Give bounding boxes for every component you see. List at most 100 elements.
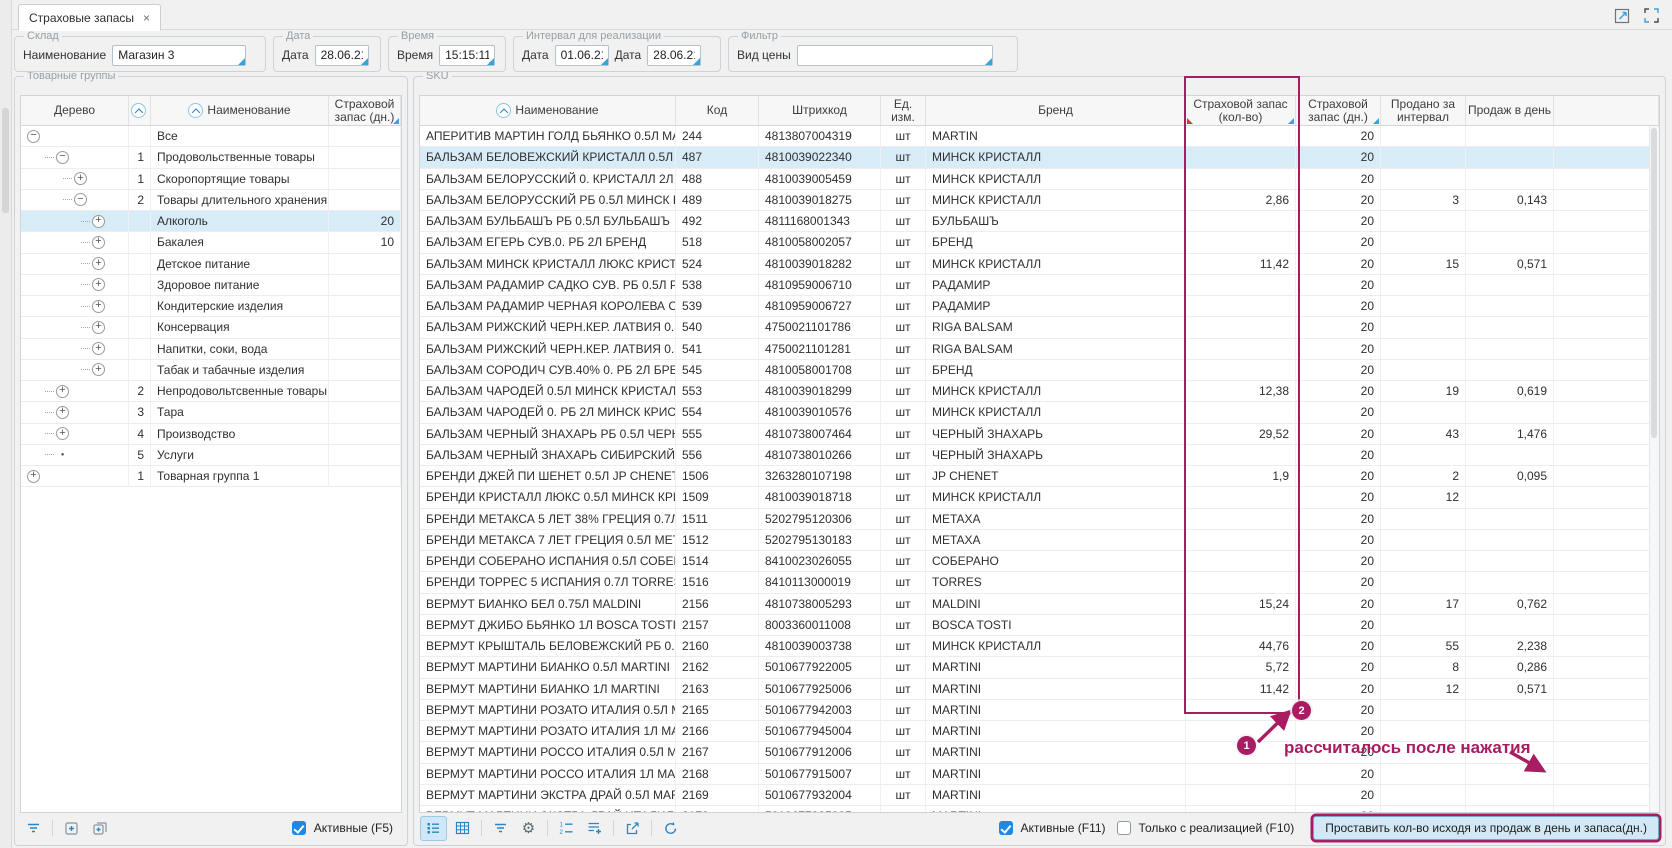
sku-row[interactable]: ВЕРМУТ БИАНКО БЕЛ 0.75Л MALDINI 2156 481… — [420, 594, 1659, 615]
sku-row[interactable]: БАЛЬЗАМ РАДАМИР ЧЕРНАЯ КОРОЛЕВА СУВ 0.5Л… — [420, 296, 1659, 317]
tree-expander-icon[interactable] — [74, 193, 87, 206]
tree-expander-icon[interactable] — [56, 385, 69, 398]
tree-row[interactable]: Все — [21, 126, 401, 147]
date-input[interactable] — [315, 45, 369, 66]
tree-expander-icon[interactable] — [92, 236, 105, 249]
tree-expander-icon[interactable] — [27, 470, 40, 483]
add-list-icon[interactable] — [582, 817, 607, 840]
add-group-icon[interactable] — [87, 817, 112, 840]
tree-row[interactable]: Консервация — [21, 317, 401, 338]
tree-expander-icon[interactable] — [56, 151, 69, 164]
warehouse-input[interactable] — [112, 45, 246, 66]
column-header-name[interactable]: Наименование — [151, 96, 329, 125]
tree-expander-icon[interactable] — [56, 448, 69, 461]
sku-row[interactable]: БРЕНДИ КРИСТАЛЛ ЛЮКС 0.5Л МИНСК КРИСТАЛЛ… — [420, 487, 1659, 508]
tree-expander-icon[interactable] — [74, 172, 87, 185]
sku-row[interactable]: ВЕРМУТ МАРТИНИ БИАНКО 0.5Л MARTINI 2162 … — [420, 657, 1659, 678]
settings-icon[interactable]: ⚙ — [516, 817, 541, 840]
interval-from-input[interactable] — [555, 45, 609, 66]
sku-row[interactable]: ВЕРМУТ МАРТИНИ ЭКСТРА ДРАЙ ИТАЛИЯ 1Л MAR… — [420, 806, 1659, 813]
list-view-icon[interactable] — [420, 816, 447, 841]
tree-row[interactable]: Кондитерские изделия — [21, 296, 401, 317]
sku-row[interactable]: БАЛЬЗАМ РИЖСКИЙ ЧЕРН.КЕР. ЛАТВИЯ 0.5Л RI… — [420, 339, 1659, 360]
interval-to-input[interactable] — [647, 45, 701, 66]
sku-row[interactable]: БАЛЬЗАМ СОРОДИЧ СУВ.40% 0. РБ 2Л БРЕНД 5… — [420, 360, 1659, 381]
column-header-sold-interval[interactable]: Продано за интервал — [1381, 96, 1466, 125]
tree-row[interactable]: 1 Товарная группа 1 — [21, 466, 401, 487]
tree-expander-icon[interactable] — [92, 363, 105, 376]
tree-row[interactable]: 4 Производство — [21, 424, 401, 445]
tree-expander-icon[interactable] — [92, 257, 105, 270]
column-header-unit[interactable]: Ед. изм. — [881, 96, 926, 125]
active-f5-checkbox[interactable] — [292, 821, 306, 835]
sku-row[interactable]: ВЕРМУТ ДЖИБО БЬЯНКО 1Л BOSCA TOSTI 2157 … — [420, 615, 1659, 636]
tree-expander-icon[interactable] — [92, 278, 105, 291]
sku-row[interactable]: АПЕРИТИВ МАРТИН ГОЛД БЬЯНКО 0.5Л MARTIN … — [420, 126, 1659, 147]
column-header-name[interactable]: Наименование — [420, 96, 676, 125]
sku-row[interactable]: БАЛЬЗАМ ЧЕРНЫЙ ЗНАХАРЬ СИБИРСКИЙ 0.5Л ЧЕ… — [420, 445, 1659, 466]
tree-row[interactable]: 2 Товары длительного хранения — [21, 190, 401, 211]
refresh-icon[interactable] — [658, 817, 683, 840]
sku-row[interactable]: БРЕНДИ МЕТАКСА 5 ЛЕТ 38% ГРЕЦИЯ 0.7Л МЕТ… — [420, 509, 1659, 530]
sku-row[interactable]: БАЛЬЗАМ МИНСК КРИСТАЛЛ ЛЮКС КРИСТАЛ 0.5Л… — [420, 254, 1659, 275]
tree-row[interactable]: Бакалея 10 — [21, 232, 401, 253]
tree-row[interactable]: Алкоголь 20 — [21, 211, 401, 232]
sku-row[interactable]: БРЕНДИ СОБЕРАНО ИСПАНИЯ 0.5Л СОБЕРАНО 15… — [420, 551, 1659, 572]
sku-row[interactable]: ВЕРМУТ МАРТИНИ РОЗАТО ИТАЛИЯ 0.5Л MARTIN… — [420, 700, 1659, 721]
left-scroll-thumb[interactable] — [2, 108, 9, 213]
tree-row[interactable]: Напитки, соки, вода — [21, 339, 401, 360]
sku-row[interactable]: ВЕРМУТ МАРТИНИ ЭКСТРА ДРАЙ 0.5Л MARTINI … — [420, 785, 1659, 806]
time-input[interactable] — [439, 45, 495, 66]
column-header-sales-per-day[interactable]: Продаж в день — [1466, 96, 1554, 125]
tree-expander-icon[interactable] — [27, 130, 40, 143]
filter-icon[interactable] — [488, 817, 513, 840]
apply-quantity-button[interactable]: Проставить кол-во исходя из продаж в ден… — [1313, 816, 1659, 840]
sku-row[interactable]: БАЛЬЗАМ БЕЛОРУССКИЙ РБ 0.5Л МИНСК КРИСТА… — [420, 190, 1659, 211]
numbered-list-icon[interactable]: 12 — [554, 817, 579, 840]
tree-expander-icon[interactable] — [92, 215, 105, 228]
table-view-icon[interactable] — [450, 817, 475, 840]
sku-row[interactable]: ВЕРМУТ МАРТИНИ РОССО ИТАЛИЯ 1Л MARTINI 2… — [420, 764, 1659, 785]
column-header-tree[interactable]: Дерево — [21, 96, 129, 125]
column-header-stock-days[interactable]: Страховой запас (дн.) — [1296, 96, 1381, 125]
tab-safety-stocks[interactable]: Страховые запасы × — [18, 4, 161, 31]
column-header-stock-qty[interactable]: Страховой запас (кол-во) — [1186, 96, 1296, 125]
tree-expander-icon[interactable] — [92, 342, 105, 355]
column-header-stock-days[interactable]: Страховой запас (дн.) — [329, 96, 401, 125]
sku-row[interactable]: БАЛЬЗАМ БЕЛОРУССКИЙ 0. КРИСТАЛЛ 2Л МИНСК… — [420, 169, 1659, 190]
tree-row[interactable]: 1 Скоропортящие товары — [21, 169, 401, 190]
sku-row[interactable]: ВЕРМУТ МАРТИНИ БИАНКО 1Л MARTINI 2163 50… — [420, 679, 1659, 700]
tree-row[interactable]: 1 Продовольственные товары — [21, 147, 401, 168]
tree-expander-icon[interactable] — [56, 406, 69, 419]
sku-row[interactable]: БАЛЬЗАМ РАДАМИР САДКО СУВ. РБ 0.5Л РАДАМ… — [420, 275, 1659, 296]
only-sales-f10-checkbox[interactable] — [1117, 821, 1131, 835]
fullscreen-icon[interactable] — [1643, 7, 1660, 27]
tree-row[interactable]: Табак и табачные изделия — [21, 360, 401, 381]
sku-scrollbar-thumb[interactable] — [1651, 128, 1657, 438]
tree-row[interactable]: Детское питание — [21, 254, 401, 275]
column-header-order[interactable]: П — [129, 96, 151, 125]
tree-expander-icon[interactable] — [92, 300, 105, 313]
sku-row[interactable]: БАЛЬЗАМ ЧАРОДЕЙ 0.5Л МИНСК КРИСТАЛЛ 553 … — [420, 381, 1659, 402]
tree-expander-icon[interactable] — [92, 321, 105, 334]
tree-row[interactable]: Здоровое питание — [21, 275, 401, 296]
sku-row[interactable]: БАЛЬЗАМ БУЛЬБАШЪ РБ 0.5Л БУЛЬБАШЪ 492 48… — [420, 211, 1659, 232]
price-type-input[interactable] — [797, 45, 993, 66]
open-in-window-icon[interactable] — [1614, 7, 1631, 27]
tree-row[interactable]: 2 Непродовольтсвенные товары — [21, 381, 401, 402]
sku-row[interactable]: БРЕНДИ ТОРРЕС 5 ИСПАНИЯ 0.7Л TORRES 1516… — [420, 572, 1659, 593]
tree-row[interactable]: 3 Тара — [21, 402, 401, 423]
sku-row[interactable]: БАЛЬЗАМ ЕГЕРЬ СУВ.0. РБ 2Л БРЕНД 518 481… — [420, 232, 1659, 253]
column-header-brand[interactable]: Бренд — [926, 96, 1186, 125]
column-header-code[interactable]: Код — [676, 96, 759, 125]
sku-row[interactable]: БРЕНДИ ДЖЕЙ ПИ ШЕНЕТ 0.5Л JP CHENET 1506… — [420, 466, 1659, 487]
tab-close-icon[interactable]: × — [143, 11, 150, 25]
active-f11-checkbox[interactable] — [999, 821, 1013, 835]
sku-scrollbar[interactable] — [1649, 126, 1659, 812]
add-item-icon[interactable] — [59, 817, 84, 840]
sku-row[interactable]: БАЛЬЗАМ РИЖСКИЙ ЧЕРН.КЕР. ЛАТВИЯ 0.35Л R… — [420, 317, 1659, 338]
sku-row[interactable]: БАЛЬЗАМ БЕЛОВЕЖСКИЙ КРИСТАЛЛ 0.5Л МИНСК … — [420, 147, 1659, 168]
sku-row[interactable]: БАЛЬЗАМ ЧЕРНЫЙ ЗНАХАРЬ РБ 0.5Л ЧЕРНЫЙ ЗН… — [420, 424, 1659, 445]
sku-row[interactable]: БАЛЬЗАМ ЧАРОДЕЙ 0. РБ 2Л МИНСК КРИСТАЛЛ … — [420, 402, 1659, 423]
tree-expander-icon[interactable] — [56, 427, 69, 440]
